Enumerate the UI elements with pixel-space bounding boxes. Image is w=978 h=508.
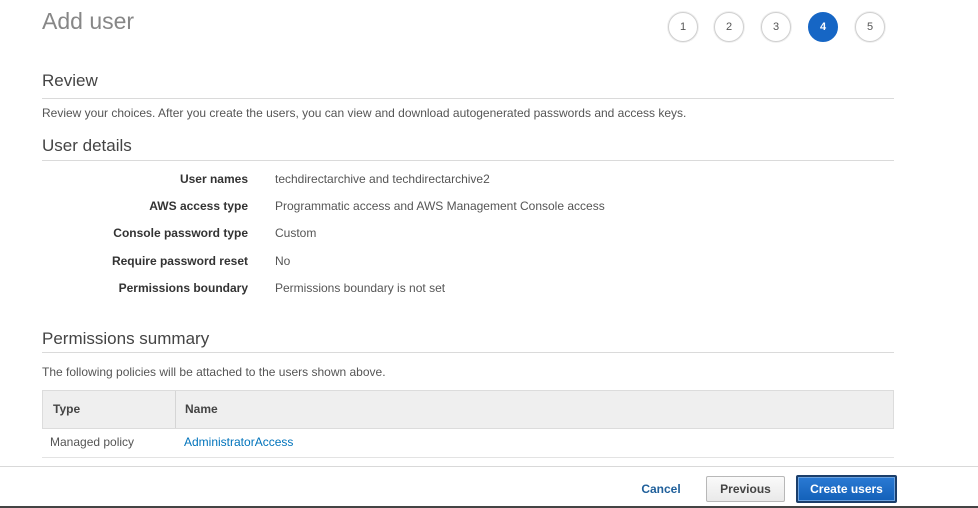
divider bbox=[42, 160, 894, 161]
detail-row-password-reset: Require password reset No bbox=[42, 248, 894, 275]
detail-label: Permissions boundary bbox=[118, 281, 248, 295]
column-header-name[interactable]: Name bbox=[185, 391, 218, 428]
detail-label: AWS access type bbox=[149, 199, 248, 213]
column-divider bbox=[175, 391, 176, 428]
detail-row-user-names: User names techdirectarchive and techdir… bbox=[42, 166, 894, 193]
detail-value: Programmatic access and AWS Management C… bbox=[275, 199, 605, 213]
table-header: Type Name bbox=[42, 390, 894, 429]
step-3[interactable]: 3 bbox=[761, 12, 791, 42]
wizard-footer: Cancel Previous Create users bbox=[0, 466, 978, 508]
permissions-summary-heading: Permissions summary bbox=[42, 329, 210, 348]
create-users-button[interactable]: Create users bbox=[796, 475, 897, 503]
detail-label: Require password reset bbox=[111, 254, 248, 268]
step-2[interactable]: 2 bbox=[714, 12, 744, 42]
policy-type: Managed policy bbox=[50, 435, 135, 449]
policy-name-link[interactable]: AdministratorAccess bbox=[184, 435, 293, 449]
detail-value: techdirectarchive and techdirectarchive2 bbox=[275, 172, 490, 186]
step-5[interactable]: 5 bbox=[855, 12, 885, 42]
detail-row-password-type: Console password type Custom bbox=[42, 220, 894, 247]
review-heading: Review bbox=[42, 71, 98, 90]
permissions-summary-description: The following policies will be attached … bbox=[42, 365, 386, 379]
user-details-heading: User details bbox=[42, 136, 132, 155]
step-4[interactable]: 4 bbox=[808, 12, 838, 42]
review-description: Review your choices. After you create th… bbox=[42, 106, 687, 120]
detail-value: Permissions boundary is not set bbox=[275, 281, 446, 295]
detail-label: Console password type bbox=[113, 226, 248, 240]
step-1[interactable]: 1 bbox=[668, 12, 698, 42]
previous-button[interactable]: Previous bbox=[706, 476, 785, 502]
detail-row-access-type: AWS access type Programmatic access and … bbox=[42, 193, 894, 220]
table-row: Managed policy AdministratorAccess bbox=[42, 428, 894, 458]
divider bbox=[42, 98, 894, 99]
detail-value: No bbox=[275, 254, 291, 268]
divider bbox=[42, 352, 894, 353]
detail-row-permissions-boundary: Permissions boundary Permissions boundar… bbox=[42, 275, 894, 302]
page-title: Add user bbox=[42, 8, 135, 34]
detail-label: User names bbox=[179, 172, 248, 186]
column-header-type[interactable]: Type bbox=[53, 391, 80, 428]
cancel-button[interactable]: Cancel bbox=[628, 476, 694, 502]
detail-value: Custom bbox=[275, 226, 317, 240]
